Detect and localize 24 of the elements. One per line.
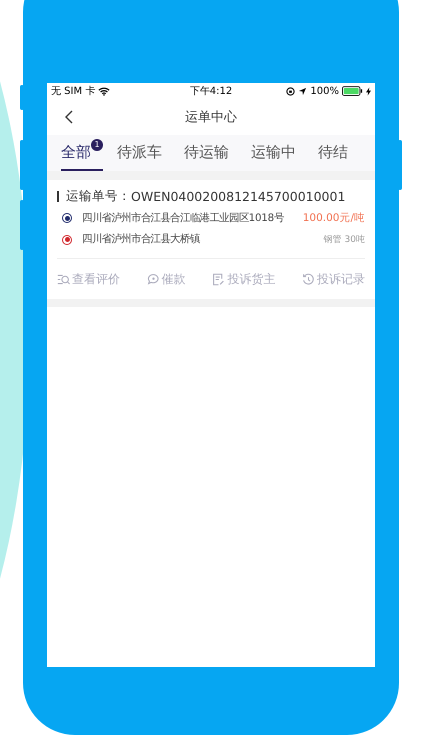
count-badge: 1 [91,139,103,151]
status-time: 下午4:12 [190,85,232,98]
page-title: 运单中心 [185,109,237,126]
battery-icon [342,86,363,96]
tab[interactable]: 待派车 [117,135,162,171]
battery-percent: 100% [310,86,339,96]
order-number-label: 运输单号： [66,188,131,205]
wifi-icon [98,86,110,96]
tab[interactable]: 待结 [318,135,348,171]
carrier-text: 无 SIM 卡 [51,84,96,98]
tab[interactable]: 待运输 [184,135,229,171]
rotation-lock-icon [286,86,296,96]
location-icon [298,86,308,96]
address-text: 四川省泸州市合江县大桥镇 [82,233,201,246]
chat-bubble-icon [146,272,160,286]
history-icon [302,272,315,286]
tab[interactable]: 运输中 [251,135,296,171]
search-list-icon [57,272,70,286]
document-edit-icon [212,272,226,286]
freight-price: 100.00元/吨 [302,211,365,225]
cargo-info: 钢管 30吨 [324,234,365,246]
order-number: OWEN0400200812145700010001 [131,189,346,204]
address-text: 四川省泸州市合江县合江临港工业园区1018号 [82,212,285,224]
back-icon[interactable] [65,110,73,124]
